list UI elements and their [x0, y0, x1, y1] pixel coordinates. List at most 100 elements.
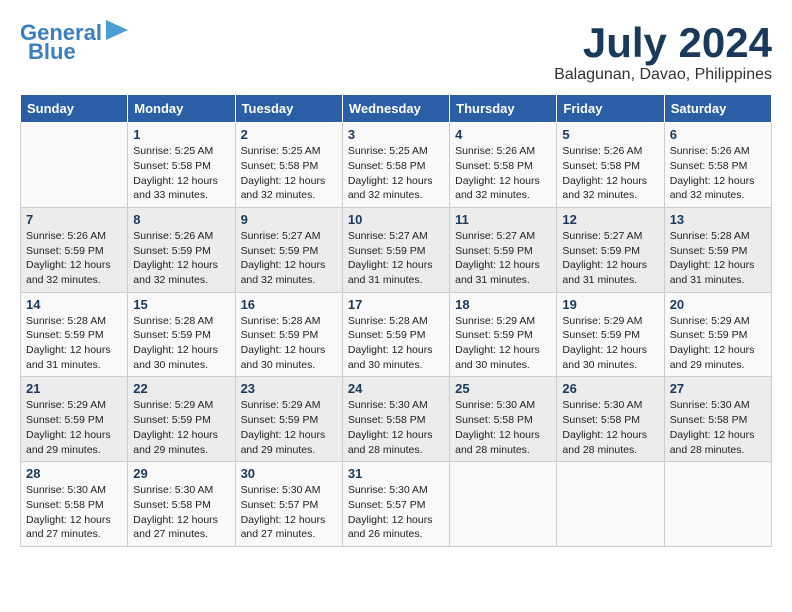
- title-block: July 2024 Balagunan, Davao, Philippines: [554, 20, 772, 84]
- calendar-cell: 31 Sunrise: 5:30 AM Sunset: 5:57 PM Dayli…: [342, 462, 449, 547]
- location: Balagunan, Davao, Philippines: [554, 66, 772, 84]
- calendar-cell: 26Sunrise: 5:30 AM Sunset: 5:58 PM Dayli…: [557, 377, 664, 462]
- calendar-cell: [557, 462, 664, 547]
- calendar-cell: 22 Sunrise: 5:29 AM Sunset: 5:59 PM Dayli…: [128, 377, 235, 462]
- day-number: 11: [455, 212, 551, 227]
- day-number: 6: [670, 127, 766, 142]
- day-number: 4: [455, 127, 551, 142]
- day-number: 29: [133, 466, 229, 481]
- calendar-cell: 11 Sunrise: 5:27 AM Sunset: 5:59 PM Dayli…: [450, 207, 557, 292]
- calendar-cell: 3 Sunrise: 5:25 AM Sunset: 5:58 PM Daylig…: [342, 123, 449, 208]
- day-info: Sunrise: 5:30 AM Sunset: 5:57 PM Dayligh…: [241, 483, 337, 542]
- calendar-cell: 19 Sunrise: 5:29 AM Sunset: 5:59 PM Dayli…: [557, 292, 664, 377]
- day-info: Sunrise: 5:30 AM Sunset: 5:58 PM Dayligh…: [562, 398, 658, 457]
- day-info: Sunrise: 5:27 AM Sunset: 5:59 PM Dayligh…: [455, 229, 551, 288]
- day-info: Sunrise: 5:25 AM Sunset: 5:58 PM Dayligh…: [348, 144, 444, 203]
- calendar-cell: 12Sunrise: 5:27 AM Sunset: 5:59 PM Dayli…: [557, 207, 664, 292]
- day-info: Sunrise: 5:27 AM Sunset: 5:59 PM Dayligh…: [562, 229, 658, 288]
- day-info: Sunrise: 5:27 AM Sunset: 5:59 PM Dayligh…: [348, 229, 444, 288]
- day-number: 3: [348, 127, 444, 142]
- day-info: Sunrise: 5:25 AM Sunset: 5:58 PM Dayligh…: [133, 144, 229, 203]
- day-info: Sunrise: 5:30 AM Sunset: 5:58 PM Dayligh…: [348, 398, 444, 457]
- header-monday: Monday: [128, 95, 235, 123]
- calendar-cell: 28Sunrise: 5:30 AM Sunset: 5:58 PM Dayli…: [21, 462, 128, 547]
- day-number: 13: [670, 212, 766, 227]
- day-info: Sunrise: 5:26 AM Sunset: 5:59 PM Dayligh…: [26, 229, 122, 288]
- day-info: Sunrise: 5:25 AM Sunset: 5:58 PM Dayligh…: [241, 144, 337, 203]
- calendar-header-row: SundayMondayTuesdayWednesdayThursdayFrid…: [21, 95, 772, 123]
- day-info: Sunrise: 5:29 AM Sunset: 5:59 PM Dayligh…: [133, 398, 229, 457]
- calendar-cell: 24 Sunrise: 5:30 AM Sunset: 5:58 PM Dayli…: [342, 377, 449, 462]
- day-info: Sunrise: 5:30 AM Sunset: 5:58 PM Dayligh…: [133, 483, 229, 542]
- header-saturday: Saturday: [664, 95, 771, 123]
- calendar-cell: 21Sunrise: 5:29 AM Sunset: 5:59 PM Dayli…: [21, 377, 128, 462]
- day-number: 7: [26, 212, 122, 227]
- day-number: 8: [133, 212, 229, 227]
- calendar-cell: 14 Sunrise: 5:28 AM Sunset: 5:59 PM Dayli…: [21, 292, 128, 377]
- day-info: Sunrise: 5:27 AM Sunset: 5:59 PM Dayligh…: [241, 229, 337, 288]
- day-number: 9: [241, 212, 337, 227]
- day-info: Sunrise: 5:29 AM Sunset: 5:59 PM Dayligh…: [26, 398, 122, 457]
- logo-arrow-icon: [106, 20, 128, 40]
- day-number: 15: [133, 297, 229, 312]
- calendar-cell: 27 Sunrise: 5:30 AM Sunset: 5:58 PM Dayli…: [664, 377, 771, 462]
- calendar-cell: 10 Sunrise: 5:27 AM Sunset: 5:59 PM Dayli…: [342, 207, 449, 292]
- day-number: 17: [348, 297, 444, 312]
- day-info: Sunrise: 5:28 AM Sunset: 5:59 PM Dayligh…: [26, 314, 122, 373]
- header-friday: Friday: [557, 95, 664, 123]
- header-wednesday: Wednesday: [342, 95, 449, 123]
- calendar-week-row: 21Sunrise: 5:29 AM Sunset: 5:59 PM Dayli…: [21, 377, 772, 462]
- day-number: 18: [455, 297, 551, 312]
- day-number: 23: [241, 381, 337, 396]
- day-info: Sunrise: 5:29 AM Sunset: 5:59 PM Dayligh…: [670, 314, 766, 373]
- calendar-cell: 1 Sunrise: 5:25 AM Sunset: 5:58 PM Daylig…: [128, 123, 235, 208]
- day-number: 19: [562, 297, 658, 312]
- logo-blue-text: Blue: [28, 41, 76, 63]
- day-info: Sunrise: 5:30 AM Sunset: 5:57 PM Dayligh…: [348, 483, 444, 542]
- day-info: Sunrise: 5:29 AM Sunset: 5:59 PM Dayligh…: [241, 398, 337, 457]
- day-number: 25: [455, 381, 551, 396]
- calendar-cell: 18Sunrise: 5:29 AM Sunset: 5:59 PM Dayli…: [450, 292, 557, 377]
- header-tuesday: Tuesday: [235, 95, 342, 123]
- calendar-week-row: 28 Sunrise: 5:30 AM Sunset: 5:58 PM Dayli…: [21, 462, 772, 547]
- calendar-cell: 29 Sunrise: 5:30 AM Sunset: 5:58 PM Dayli…: [128, 462, 235, 547]
- day-number: 22: [133, 381, 229, 396]
- calendar-cell: 16 Sunrise: 5:28 AM Sunset: 5:59 PM Dayli…: [235, 292, 342, 377]
- day-info: Sunrise: 5:30 AM Sunset: 5:58 PM Dayligh…: [670, 398, 766, 457]
- day-info: Sunrise: 5:29 AM Sunset: 5:59 PM Dayligh…: [562, 314, 658, 373]
- day-info: Sunrise: 5:28 AM Sunset: 5:59 PM Dayligh…: [670, 229, 766, 288]
- calendar-cell: [21, 123, 128, 208]
- calendar-cell: 23 Sunrise: 5:29 AM Sunset: 5:59 PM Dayli…: [235, 377, 342, 462]
- logo: General Blue: [20, 20, 128, 63]
- day-number: 31: [348, 466, 444, 481]
- day-number: 1: [133, 127, 229, 142]
- day-info: Sunrise: 5:28 AM Sunset: 5:59 PM Dayligh…: [348, 314, 444, 373]
- calendar-cell: 9 Sunrise: 5:27 AM Sunset: 5:59 PM Daylig…: [235, 207, 342, 292]
- calendar-cell: 6Sunrise: 5:26 AM Sunset: 5:58 PM Daylig…: [664, 123, 771, 208]
- day-number: 27: [670, 381, 766, 396]
- calendar-cell: [450, 462, 557, 547]
- day-number: 2: [241, 127, 337, 142]
- calendar-cell: 25Sunrise: 5:30 AM Sunset: 5:58 PM Dayli…: [450, 377, 557, 462]
- header-thursday: Thursday: [450, 95, 557, 123]
- calendar-week-row: 1 Sunrise: 5:25 AM Sunset: 5:58 PM Daylig…: [21, 123, 772, 208]
- day-number: 24: [348, 381, 444, 396]
- day-info: Sunrise: 5:26 AM Sunset: 5:59 PM Dayligh…: [133, 229, 229, 288]
- calendar-cell: 7 Sunrise: 5:26 AM Sunset: 5:59 PM Daylig…: [21, 207, 128, 292]
- calendar-table: SundayMondayTuesdayWednesdayThursdayFrid…: [20, 94, 772, 547]
- day-info: Sunrise: 5:28 AM Sunset: 5:59 PM Dayligh…: [241, 314, 337, 373]
- calendar-cell: 20Sunrise: 5:29 AM Sunset: 5:59 PM Dayli…: [664, 292, 771, 377]
- calendar-cell: 5 Sunrise: 5:26 AM Sunset: 5:58 PM Daylig…: [557, 123, 664, 208]
- day-info: Sunrise: 5:26 AM Sunset: 5:58 PM Dayligh…: [455, 144, 551, 203]
- calendar-cell: [664, 462, 771, 547]
- day-number: 16: [241, 297, 337, 312]
- calendar-cell: 30Sunrise: 5:30 AM Sunset: 5:57 PM Dayli…: [235, 462, 342, 547]
- day-number: 10: [348, 212, 444, 227]
- day-info: Sunrise: 5:28 AM Sunset: 5:59 PM Dayligh…: [133, 314, 229, 373]
- day-info: Sunrise: 5:26 AM Sunset: 5:58 PM Dayligh…: [562, 144, 658, 203]
- day-number: 28: [26, 466, 122, 481]
- day-number: 14: [26, 297, 122, 312]
- calendar-week-row: 7 Sunrise: 5:26 AM Sunset: 5:59 PM Daylig…: [21, 207, 772, 292]
- day-number: 5: [562, 127, 658, 142]
- calendar-cell: 4 Sunrise: 5:26 AM Sunset: 5:58 PM Daylig…: [450, 123, 557, 208]
